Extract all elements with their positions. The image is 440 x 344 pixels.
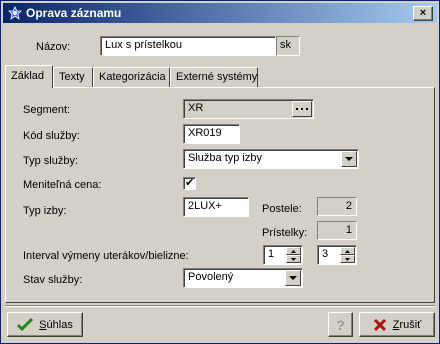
typ-izby-input[interactable]: 2LUX+: [183, 197, 249, 217]
menitelna-cena-label: Meniteľná cena:: [23, 179, 102, 191]
suhlas-label: Súhlas: [39, 318, 73, 331]
language-code: sk: [280, 39, 291, 51]
menitelna-cena-checkbox[interactable]: ✔: [183, 177, 196, 190]
interval-label: Interval výmeny uterákov/bielizne:: [23, 250, 189, 262]
interval-spinner-1[interactable]: 1: [263, 245, 303, 265]
tab-zaklad[interactable]: Základ: [5, 65, 53, 88]
tab-externe-systemy[interactable]: Externé systémy: [170, 67, 258, 87]
nazov-input[interactable]: Lux s prístelkou: [100, 36, 276, 56]
spin-up-icon[interactable]: [286, 247, 301, 255]
spin-up-icon[interactable]: [340, 247, 355, 255]
close-x-icon: [373, 318, 386, 331]
tab-externe-systemy-label: Externé systémy: [176, 71, 258, 83]
stav-sluzby-value: Povolený: [188, 271, 234, 283]
zrusit-button[interactable]: Zrušiť: [359, 312, 435, 337]
interval-value-1: 1: [268, 248, 275, 260]
tab-kategorizacia-label: Kategorizácia: [99, 71, 166, 83]
pristelky-field: 1: [317, 221, 357, 240]
tab-texty[interactable]: Texty: [53, 67, 93, 87]
language-code-box[interactable]: sk: [276, 36, 300, 56]
kod-sluzby-value: XR019: [188, 127, 222, 139]
window-title: Oprava záznamu: [26, 6, 122, 20]
checkmark-icon: ✔: [185, 177, 195, 189]
interval-spin-buttons-2[interactable]: [340, 247, 355, 263]
typ-sluzby-dropdown-button[interactable]: [341, 151, 357, 167]
help-icon: ?: [336, 316, 345, 333]
pristelky-value: 1: [345, 224, 352, 236]
tab-texty-label: Texty: [59, 71, 85, 83]
interval-value-2: 3: [322, 248, 329, 260]
typ-sluzby-label: Typ služby:: [23, 155, 79, 167]
stav-sluzby-select[interactable]: Povolený: [183, 268, 303, 288]
ellipsis-icon: [296, 108, 308, 110]
app-icon: [8, 6, 22, 20]
typ-sluzby-select[interactable]: Služba typ izby: [183, 149, 359, 169]
kod-sluzby-input[interactable]: XR019: [183, 124, 240, 144]
close-icon: ×: [419, 7, 427, 19]
tab-kategorizacia[interactable]: Kategorizácia: [93, 67, 170, 87]
interval-spinner-2[interactable]: 3: [317, 245, 357, 265]
suhlas-button[interactable]: Súhlas: [7, 312, 83, 337]
typ-izby-label: Typ izby:: [23, 205, 67, 217]
spin-down-icon[interactable]: [286, 255, 301, 263]
zrusit-label: Zrušiť: [392, 318, 422, 331]
nazov-label: Názov:: [36, 41, 71, 53]
segment-value: XR: [188, 102, 204, 114]
close-button[interactable]: ×: [413, 6, 433, 21]
segment-label: Segment:: [23, 104, 71, 116]
stav-sluzby-label: Stav služby:: [23, 274, 83, 286]
segment-field[interactable]: XR: [183, 99, 314, 119]
postele-label: Postele:: [262, 203, 302, 215]
chevron-down-icon: [345, 156, 353, 161]
typ-sluzby-value: Služba typ izby: [188, 152, 262, 164]
postele-value: 2: [345, 200, 352, 212]
chevron-down-icon: [289, 275, 297, 280]
pristelky-label: Prístelky:: [262, 227, 308, 239]
tab-zaklad-label: Základ: [11, 70, 45, 82]
footer-divider: [5, 305, 435, 307]
help-button[interactable]: ?: [328, 312, 353, 337]
dialog-window: Oprava záznamu × Názov: Lux s prístelkou…: [0, 0, 440, 344]
typ-izby-value: 2LUX+: [188, 200, 222, 212]
interval-spin-buttons-1[interactable]: [286, 247, 301, 263]
stav-sluzby-dropdown-button[interactable]: [285, 270, 301, 286]
segment-lookup-button[interactable]: [292, 101, 312, 117]
spin-down-icon[interactable]: [340, 255, 355, 263]
title-bar[interactable]: Oprava záznamu ×: [3, 3, 437, 23]
nazov-value: Lux s prístelkou: [105, 39, 183, 51]
kod-sluzby-label: Kód služby:: [23, 130, 80, 142]
postele-field: 2: [317, 197, 357, 216]
check-icon: [17, 317, 34, 331]
